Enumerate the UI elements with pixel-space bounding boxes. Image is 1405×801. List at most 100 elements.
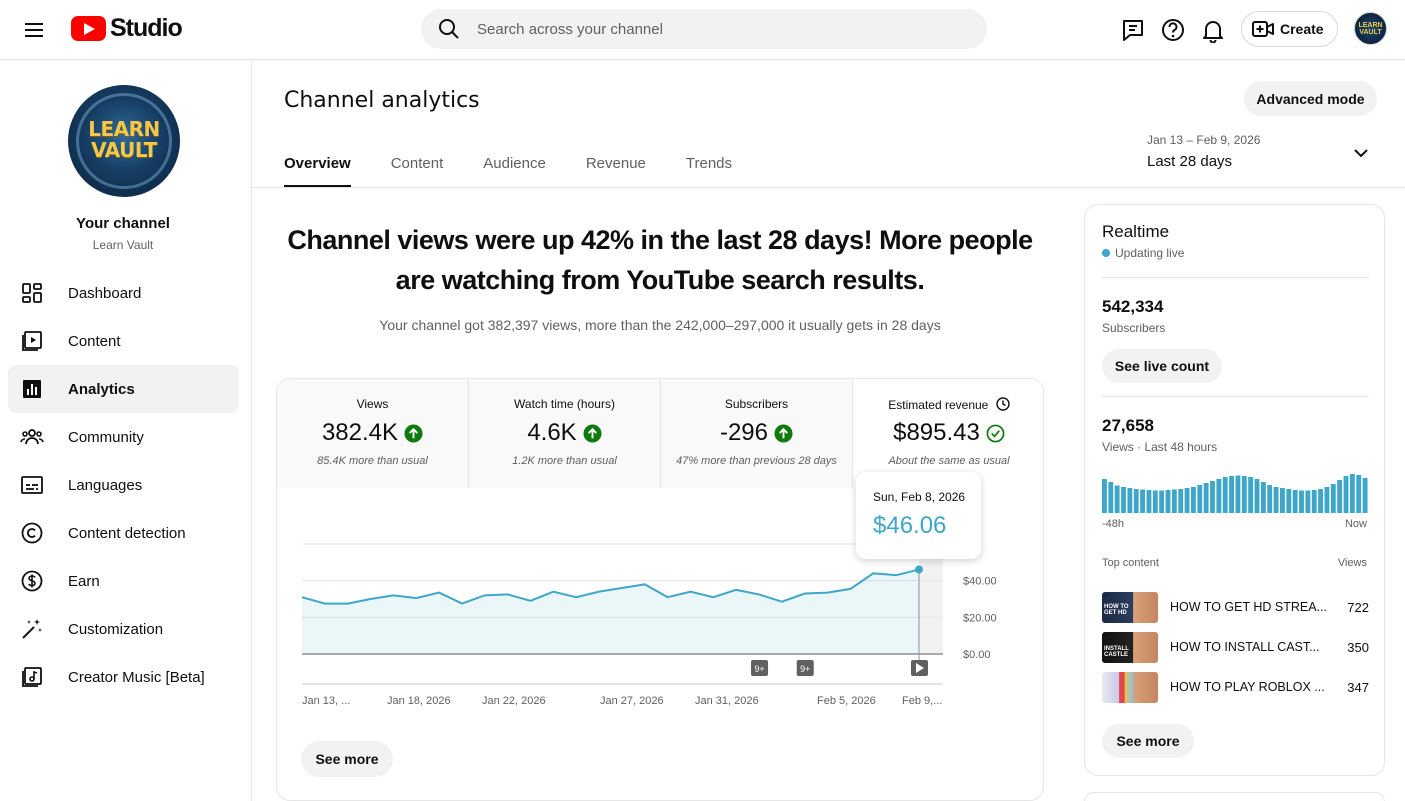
metric-label: Views (356, 397, 389, 411)
data-point (915, 565, 923, 574)
clock-icon[interactable] (996, 397, 1010, 411)
divider (1102, 277, 1369, 278)
video-thumbnail: HOW TO GET HD (1102, 591, 1158, 623)
thumbnail-text: HOW TO GET HD (1104, 603, 1129, 616)
metric-note: About the same as usual (888, 455, 1010, 467)
tab-audience[interactable]: Audience (483, 142, 546, 188)
views-column-label: Views (1337, 557, 1367, 569)
sidebar: LEARN VAULT Your channel Learn Vault Dash… (0, 61, 252, 801)
create-video-icon (1252, 21, 1274, 37)
top-bar: Studio Create LEARN VAULT (0, 0, 1405, 60)
sidebar-item-customization[interactable]: Customization (8, 605, 239, 653)
page-title: Channel analytics (284, 88, 480, 113)
realtime-views-sparkline[interactable] (1102, 473, 1369, 513)
next-card-edge (1084, 792, 1385, 801)
top-content-row[interactable]: INSTALL CASTLE HOW TO INSTALL CAST... 35… (1102, 631, 1369, 663)
earn-icon (21, 570, 43, 592)
notifications-icon[interactable] (1200, 17, 1226, 43)
search-icon[interactable] (437, 17, 461, 41)
tab-trends[interactable]: Trends (686, 142, 732, 188)
sparkline-bar (1121, 487, 1126, 513)
thumbnail-text: INSTALL CASTLE (1104, 645, 1129, 658)
metric-subscribers[interactable]: Subscribers -296 47% more than previous … (661, 379, 853, 488)
metric-label: Subscribers (724, 397, 789, 411)
sparkline-bar (1286, 489, 1292, 513)
see-more-button[interactable]: See more (301, 741, 393, 777)
sidebar-item-analytics[interactable]: Analytics (8, 365, 239, 413)
music-icon (22, 667, 42, 687)
menu-icon[interactable] (20, 16, 48, 44)
check-circle-icon (986, 424, 1005, 442)
sparkline-bar (1210, 481, 1215, 513)
sidebar-item-earn[interactable]: Earn (8, 557, 239, 605)
tab-revenue[interactable]: Revenue (586, 142, 646, 188)
sparkline-bar (1349, 474, 1355, 513)
tooltip-date: Sun, Feb 8, 2026 (873, 490, 966, 504)
insight-subheadline: Your channel got 382,397 views, more tha… (379, 317, 941, 333)
metric-watch-time[interactable]: Watch time (hours) 4.6K 1.2K more than u… (469, 379, 661, 488)
sidebar-item-content[interactable]: Content (8, 317, 239, 365)
sparkline-bar (1152, 490, 1158, 513)
search-bar[interactable] (421, 9, 987, 49)
feedback-icon[interactable] (1120, 17, 1146, 43)
sidebar-nav: Dashboard Content Analytics Community La… (8, 269, 239, 701)
top-content-label: Top content (1102, 557, 1159, 569)
search-input[interactable] (477, 20, 957, 38)
analytics-tabs: Overview Content Audience Revenue Trends (284, 142, 772, 188)
sparkline-bar (1127, 488, 1133, 513)
channel-label: Your channel (76, 215, 170, 232)
sparkline-bar (1356, 475, 1362, 513)
headline-line1: Channel views were up 42% in the last 28… (287, 225, 1033, 255)
realtime-see-more-button[interactable]: See more (1102, 724, 1194, 758)
help-icon[interactable] (1160, 17, 1186, 43)
studio-logo[interactable]: Studio (71, 14, 183, 43)
sparkline-bar (1133, 489, 1139, 513)
chevron-down-icon[interactable] (1350, 142, 1372, 164)
community-icon (20, 429, 44, 445)
advanced-mode-button[interactable]: Advanced mode (1244, 81, 1377, 116)
create-button[interactable]: Create (1241, 11, 1338, 47)
sparkline-bar (1311, 490, 1317, 513)
sidebar-item-label: Community (68, 428, 144, 446)
x-tick-label: Jan 22, 2026 (482, 695, 546, 707)
video-title: HOW TO PLAY ROBLOX ... (1170, 680, 1325, 694)
metric-views[interactable]: Views 382.4K 85.4K more than usual (277, 379, 469, 488)
date-range-picker[interactable]: Jan 13 – Feb 9, 2026 Last 28 days (1147, 133, 1260, 170)
sparkline-bar (1146, 490, 1152, 513)
views-count: 27,658 (1102, 416, 1154, 435)
sparkline-bar (1273, 487, 1279, 513)
tooltip-value: $46.06 (873, 512, 947, 539)
tab-overview[interactable]: Overview (284, 142, 351, 188)
sparkline-bar (1299, 490, 1304, 513)
metric-value: 382.4K (321, 419, 399, 446)
event-marker-label: 9+ (754, 664, 764, 674)
sidebar-item-content-detection[interactable]: Content detection (8, 509, 239, 557)
sparkline-bar (1197, 485, 1203, 513)
y-tick-label: $40.00 (963, 576, 997, 588)
sparkline-bar (1248, 477, 1254, 513)
sidebar-item-label: Analytics (68, 380, 135, 398)
top-content-row[interactable]: HOW TO PLAY ROBLOX ... 347 (1102, 671, 1369, 703)
x-tick-label: Jan 13, ... (302, 695, 350, 707)
sparkline-bar (1318, 489, 1323, 513)
video-thumbnail: INSTALL CASTLE (1102, 631, 1158, 663)
headline-line2: are watching from YouTube search results… (395, 265, 925, 295)
sidebar-item-label: Content detection (68, 524, 186, 542)
sparkline-bar (1280, 488, 1285, 513)
sidebar-item-label: Dashboard (68, 284, 142, 302)
top-content-row[interactable]: HOW TO GET HD HOW TO GET HD STREA... 722 (1102, 591, 1369, 623)
sidebar-item-creator-music[interactable]: Creator Music [Beta] (8, 653, 239, 701)
sidebar-item-community[interactable]: Community (8, 413, 239, 461)
channel-avatar[interactable]: LEARN VAULT (68, 85, 180, 197)
sidebar-item-dashboard[interactable]: Dashboard (8, 269, 239, 317)
customization-icon (22, 619, 42, 639)
create-label: Create (1280, 21, 1324, 37)
sidebar-item-languages[interactable]: Languages (8, 461, 239, 509)
sparkline-bar (1241, 476, 1247, 513)
x-tick-label: Jan 31, 2026 (695, 695, 759, 707)
y-tick-label: $0.00 (963, 649, 991, 661)
account-avatar[interactable]: LEARN VAULT (1354, 12, 1387, 45)
youtube-logo-icon (71, 16, 106, 41)
tab-content[interactable]: Content (391, 142, 444, 188)
see-live-count-button[interactable]: See live count (1102, 349, 1222, 383)
